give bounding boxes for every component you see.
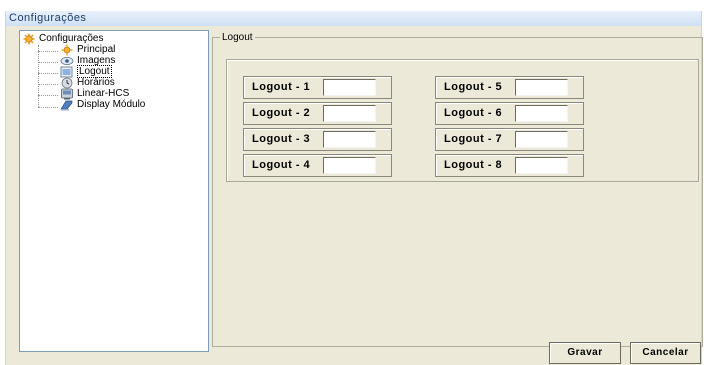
tree-connector-line [38, 62, 58, 63]
logout-field-label: Logout - 5 [444, 81, 503, 93]
logout-fields-panel: Logout - 1 Logout - 2 Logout - 3 Logout … [226, 59, 699, 182]
logout-field-label: Logout - 1 [252, 81, 311, 93]
window-title: Configurações [6, 11, 701, 26]
logout-field-4: Logout - 4 [243, 154, 392, 177]
logout-field-7: Logout - 7 [435, 128, 584, 151]
logout-5-input[interactable] [515, 79, 568, 96]
logout-field-label: Logout - 6 [444, 107, 503, 119]
logout-2-input[interactable] [323, 105, 376, 122]
tree-connector-line [38, 51, 58, 52]
gear-icon [22, 33, 36, 45]
tree-connector-line [38, 107, 58, 108]
logout-field-3: Logout - 3 [243, 128, 392, 151]
config-window: Configurações Configurações Principal Im… [5, 11, 703, 365]
logout-6-input[interactable] [515, 105, 568, 122]
logout-field-2: Logout - 2 [243, 102, 392, 125]
logout-1-input[interactable] [323, 79, 376, 96]
logout-field-5: Logout - 5 [435, 76, 584, 99]
logout-7-input[interactable] [515, 131, 568, 148]
tree-connector-line [38, 95, 58, 96]
logout-groupbox: Logout Logout - 1 Logout - 2 Logout - 3 … [212, 31, 703, 347]
save-button[interactable]: Gravar [549, 342, 621, 364]
logout-field-label: Logout - 8 [444, 159, 503, 171]
groupbox-title: Logout [220, 31, 255, 44]
logout-8-input[interactable] [515, 157, 568, 174]
logout-field-8: Logout - 8 [435, 154, 584, 177]
settings-tree[interactable]: Configurações Principal Imagens Logout H… [19, 30, 209, 352]
cancel-button[interactable]: Cancelar [630, 342, 701, 364]
logout-field-1: Logout - 1 [243, 76, 392, 99]
logout-field-label: Logout - 4 [252, 159, 311, 171]
logout-field-label: Logout - 2 [252, 107, 311, 119]
tree-connector-line [38, 45, 39, 107]
tree-connector-line [38, 73, 58, 74]
tree-item-display-modulo[interactable]: Display Módulo [60, 98, 145, 111]
logout-3-input[interactable] [323, 131, 376, 148]
logout-4-input[interactable] [323, 157, 376, 174]
logout-field-label: Logout - 7 [444, 133, 503, 145]
display-icon [60, 99, 74, 111]
logout-field-6: Logout - 6 [435, 102, 584, 125]
tree-connector-line [38, 84, 58, 85]
logout-field-label: Logout - 3 [252, 133, 311, 145]
tree-item-label: Display Módulo [77, 99, 146, 110]
